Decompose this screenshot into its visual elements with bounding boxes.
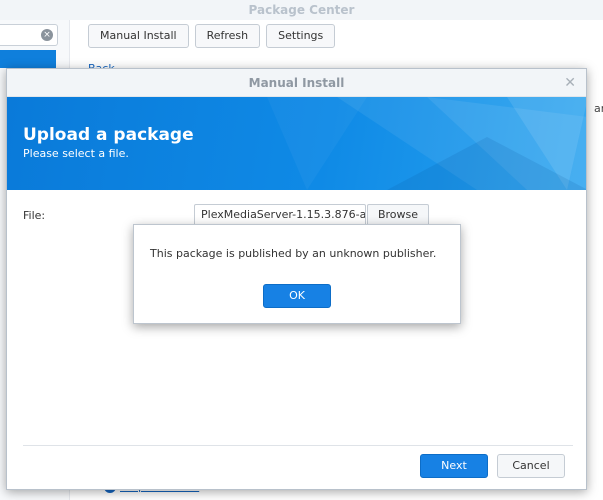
settings-button[interactable]: Settings [266, 24, 336, 48]
file-label: File: [23, 209, 46, 222]
dialog-banner: Upload a package Please select a file. [7, 97, 586, 190]
footer-divider [23, 445, 573, 446]
next-button[interactable]: Next [420, 454, 488, 478]
manual-install-button[interactable]: Manual Install [88, 24, 189, 48]
cancel-button[interactable]: Cancel [497, 454, 565, 478]
ok-button[interactable]: OK [263, 284, 331, 308]
package-center-title: Package Center [0, 0, 603, 20]
dialog-title: Manual Install [248, 76, 345, 90]
alert-message: This package is published by an unknown … [150, 247, 437, 260]
refresh-button[interactable]: Refresh [194, 24, 261, 48]
search-input[interactable]: × [0, 24, 58, 46]
file-path-field[interactable]: PlexMediaServer-1.15.3.876-ad [194, 204, 366, 226]
close-circle-icon[interactable]: × [41, 29, 53, 41]
banner-title: Upload a package [23, 125, 194, 145]
browse-button[interactable]: Browse [367, 204, 429, 226]
partial-text: ar [594, 102, 603, 115]
publisher-alert-dialog: This package is published by an unknown … [133, 224, 461, 324]
banner-subtitle: Please select a file. [23, 147, 129, 160]
dialog-titlebar: Manual Install ✕ [7, 69, 586, 97]
close-icon[interactable]: ✕ [564, 69, 576, 97]
package-center-toolbar: Manual Install Refresh Settings [88, 24, 336, 48]
sidebar-item-selected[interactable] [0, 50, 56, 68]
